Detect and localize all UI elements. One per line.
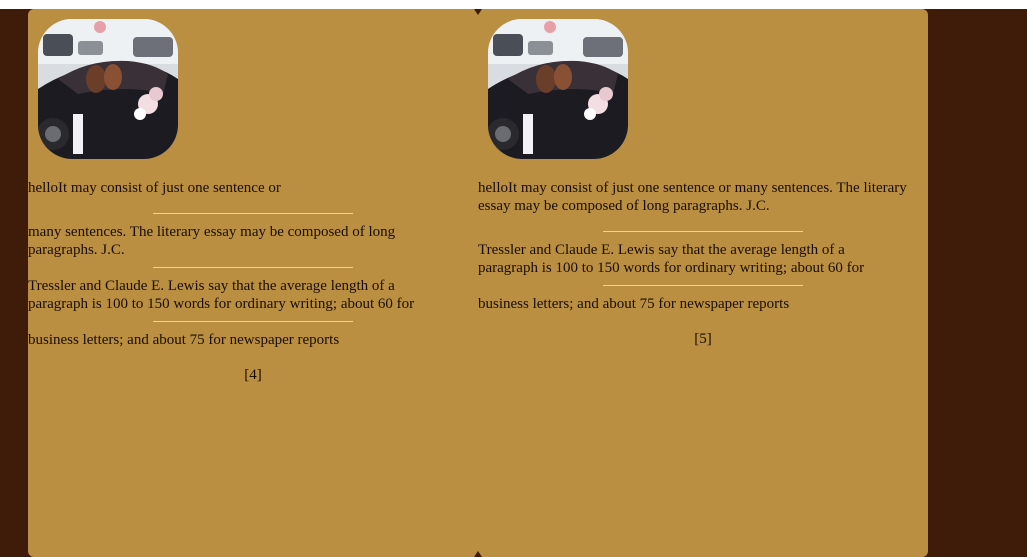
paragraph: helloIt may consist of just one sentence… [28,180,281,196]
paragraph: helloIt may consist of just one sentence… [478,180,907,214]
paragraph: business letters; and about 75 for newsp… [28,332,340,348]
paragraph: Tressler and Claude E. Lewis say that th… [28,278,415,312]
wedding-car-photo [488,19,628,159]
paragraph: business letters; and about 75 for newsp… [478,296,790,312]
divider [153,321,353,322]
spine-notch-top [474,9,482,15]
divider [603,231,803,232]
flipbook[interactable]: helloIt may consist of just one sentence… [28,9,928,557]
top-bar [0,0,1027,9]
wedding-car-photo [38,19,178,159]
page-number: [4] [244,367,262,383]
page-number: [5] [694,331,712,347]
paragraph: Tressler and Claude E. Lewis say that th… [478,242,865,276]
divider [153,267,353,268]
spine-notch-bottom [474,551,482,557]
page-right[interactable]: helloIt may consist of just one sentence… [478,9,928,557]
divider [603,285,803,286]
divider [153,213,353,214]
page-left[interactable]: helloIt may consist of just one sentence… [28,9,478,557]
book-spine [474,9,482,557]
paragraph: many sentences. The literary essay may b… [28,224,396,258]
